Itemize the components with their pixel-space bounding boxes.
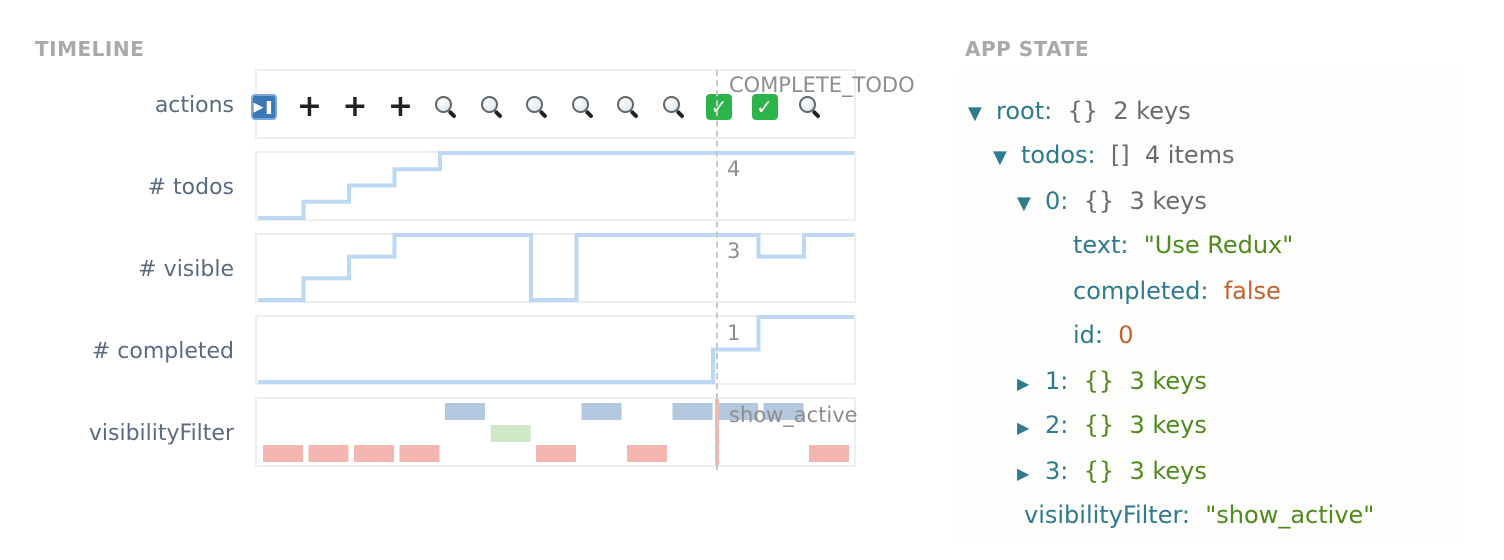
filter-block-show-all (536, 445, 576, 462)
expanded-arrow-icon[interactable]: ▼ (1017, 193, 1045, 214)
node-count: 4 items (1144, 141, 1235, 169)
tree-node-item-1[interactable]: ▶ 1: {} 3 keys (1017, 367, 1207, 395)
tree-leaf-id[interactable]: id: 0 (1073, 321, 1134, 349)
expanded-arrow-icon[interactable]: ▼ (968, 103, 996, 124)
object-brace: {} (1083, 411, 1115, 439)
object-brace: {} (1083, 187, 1115, 215)
cursor-completed-value: 1 (727, 321, 741, 345)
node-count: 3 keys (1129, 187, 1207, 215)
filter-block-show-all (627, 445, 667, 462)
filter-block-show-all (308, 445, 349, 462)
leaf-key: text: (1073, 231, 1129, 259)
node-key: todos: (1021, 141, 1096, 169)
tree-node-item-0[interactable]: ▼ 0: {} 3 keys (1017, 187, 1207, 215)
collapsed-arrow-icon[interactable]: ▶ (1017, 374, 1045, 393)
node-count: 3 keys (1129, 411, 1207, 439)
filter-block-show-all (399, 445, 440, 462)
leaf-value: "show_active" (1205, 501, 1375, 529)
node-key: 3: (1045, 457, 1069, 485)
filter-block-show-all (354, 445, 394, 462)
filter-block-show-active (445, 403, 485, 420)
filter-block-show-active (672, 403, 713, 420)
leaf-key: completed: (1073, 277, 1209, 305)
completed-step-line (258, 315, 854, 384)
cursor-filter-value: show_active (729, 403, 858, 427)
cursor-action-label: COMPLETE_TODO (729, 73, 915, 97)
visible-step-line (258, 233, 854, 302)
object-brace: {} (1067, 97, 1099, 125)
todos-step-line (258, 151, 854, 220)
leaf-value: false (1223, 277, 1281, 305)
collapsed-arrow-icon[interactable]: ▶ (1017, 464, 1045, 483)
node-key: 1: (1045, 367, 1069, 395)
tree-leaf-completed[interactable]: completed: false (1073, 277, 1281, 305)
filter-block-show-completed (490, 425, 531, 442)
tree-node-item-2[interactable]: ▶ 2: {} 3 keys (1017, 411, 1207, 439)
node-key: 0: (1045, 187, 1069, 215)
array-brace: [] (1110, 141, 1130, 169)
node-key: 2: (1045, 411, 1069, 439)
cursor-todos-value: 4 (727, 157, 741, 181)
tree-leaf-visibility-filter[interactable]: visibilityFilter: "show_active" (1024, 501, 1374, 529)
tree-node-todos[interactable]: ▼ todos: [] 4 items (993, 141, 1235, 169)
leaf-value: 0 (1118, 321, 1134, 349)
app-state-title: APP STATE (965, 37, 1089, 61)
filter-block-show-active (581, 403, 622, 420)
cursor-visible-value: 3 (727, 239, 741, 263)
object-brace: {} (1083, 367, 1115, 395)
expanded-arrow-icon[interactable]: ▼ (993, 147, 1021, 168)
tree-node-item-3[interactable]: ▶ 3: {} 3 keys (1017, 457, 1207, 485)
object-brace: {} (1083, 457, 1115, 485)
tree-leaf-text[interactable]: text: "Use Redux" (1073, 231, 1293, 259)
leaf-key: id: (1073, 321, 1103, 349)
node-key: root: (996, 97, 1053, 125)
filter-block-show-all (809, 445, 849, 462)
node-count: 3 keys (1129, 457, 1207, 485)
timeline-cursor[interactable] (716, 70, 718, 470)
leaf-key: visibilityFilter: (1024, 501, 1190, 529)
node-count: 2 keys (1113, 97, 1191, 125)
node-count: 3 keys (1129, 367, 1207, 395)
collapsed-arrow-icon[interactable]: ▶ (1017, 418, 1045, 437)
tree-node-root[interactable]: ▼ root: {} 2 keys (968, 97, 1191, 125)
leaf-value: "Use Redux" (1143, 231, 1294, 259)
filter-block-show-all (263, 445, 303, 462)
